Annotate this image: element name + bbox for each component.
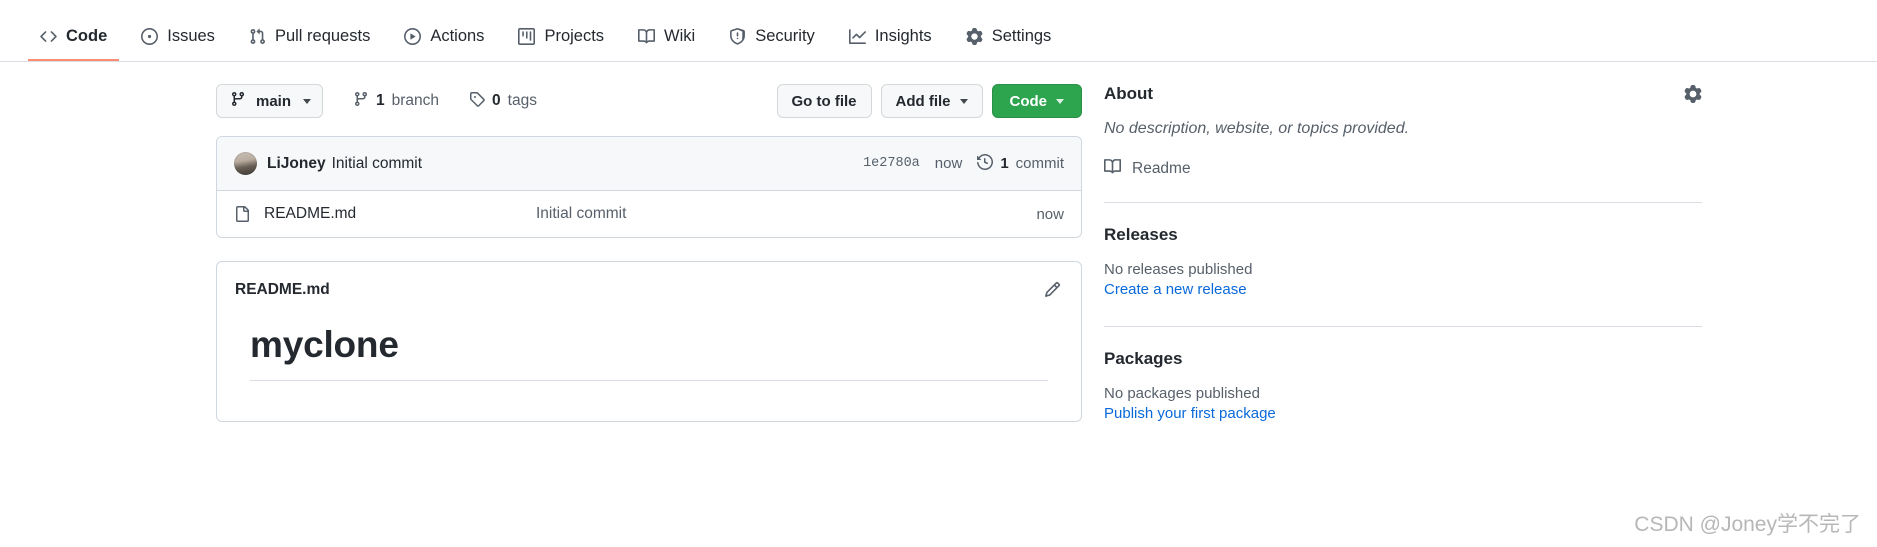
readme-link[interactable]: Readme [1104, 158, 1702, 180]
gear-icon[interactable] [1684, 85, 1702, 103]
tab-code-label: Code [66, 27, 108, 45]
tab-security[interactable]: Security [717, 17, 827, 61]
tab-settings[interactable]: Settings [954, 17, 1064, 61]
edit-pencil-icon[interactable] [1042, 279, 1063, 300]
repository-nav-list: Code Issues Pull requests Actions Projec [28, 17, 1063, 61]
commit-count-label: commit [1015, 155, 1064, 172]
add-file-label: Add file [895, 92, 951, 110]
publish-package-link[interactable]: Publish your first package [1104, 405, 1276, 422]
about-title: About [1104, 84, 1154, 103]
file-time: now [1036, 205, 1064, 223]
divider [1104, 326, 1702, 327]
avatar[interactable] [234, 152, 257, 175]
packages-title: Packages [1104, 349, 1183, 368]
readme-heading: myclone [250, 322, 1048, 382]
tab-issues-label: Issues [167, 27, 215, 45]
about-header: About [1104, 84, 1702, 104]
releases-empty-text: No releases published [1104, 261, 1253, 278]
commit-time: now [934, 155, 963, 172]
branch-selector-button[interactable]: main [216, 84, 324, 118]
git-pull-request-icon [249, 28, 266, 45]
tag-count-value: 0 [492, 92, 501, 109]
book-icon [1104, 158, 1122, 180]
commit-message[interactable]: Initial commit [332, 155, 422, 173]
tab-projects-label: Projects [544, 27, 605, 45]
repository-action-buttons: Go to file Add file Code [776, 84, 1082, 118]
tab-pull-requests[interactable]: Pull requests [237, 17, 382, 61]
tab-pull-requests-label: Pull requests [274, 27, 371, 45]
table-row[interactable]: README.md Initial commit now [217, 191, 1081, 237]
readme-box: README.md myclone [216, 261, 1082, 423]
packages-section: Packages No packages published Publish y… [1104, 349, 1702, 423]
commit-count-link[interactable]: 1 commit [977, 153, 1064, 174]
go-to-file-button[interactable]: Go to file [776, 84, 872, 118]
create-release-link[interactable]: Create a new release [1104, 281, 1247, 298]
page-body: main 1 branch 0 tags Go to file Add file… [0, 62, 1877, 423]
play-icon [404, 28, 422, 45]
code-icon [40, 28, 57, 45]
commit-sha[interactable]: 1e2780a [863, 156, 920, 171]
file-listing-box: LiJoney Initial commit 1e2780a now 1 com… [216, 136, 1082, 238]
latest-commit-row: LiJoney Initial commit 1e2780a now 1 com… [217, 137, 1081, 191]
tab-settings-label: Settings [991, 27, 1052, 45]
gear-icon [966, 28, 983, 45]
project-icon [518, 28, 536, 45]
readme-link-label: Readme [1132, 160, 1191, 177]
commit-meta: 1e2780a now 1 commit [863, 153, 1064, 174]
chevron-down-icon [303, 98, 312, 104]
tab-actions[interactable]: Actions [392, 17, 496, 61]
tag-count-link[interactable]: 0 tags [469, 91, 537, 112]
tag-icon [469, 91, 485, 112]
tab-wiki[interactable]: Wiki [626, 17, 707, 61]
code-button-label: Code [1009, 92, 1048, 110]
commit-author[interactable]: LiJoney [267, 155, 326, 173]
packages-header: Packages [1104, 349, 1702, 369]
tab-code[interactable]: Code [28, 17, 120, 61]
chevron-down-icon [1056, 98, 1064, 104]
commit-count-value: 1 [1000, 155, 1009, 172]
tag-count-label: tags [507, 92, 537, 109]
branch-count-label: branch [391, 92, 440, 109]
tab-security-label: Security [755, 27, 815, 45]
file-commit-message[interactable]: Initial commit [536, 205, 626, 223]
tab-insights[interactable]: Insights [837, 17, 944, 61]
tab-actions-label: Actions [430, 27, 485, 45]
git-branch-icon [230, 91, 246, 111]
tab-issues[interactable]: Issues [129, 17, 227, 61]
sidebar: About No description, website, or topics… [1082, 84, 1877, 423]
shield-icon [729, 28, 746, 45]
main-column: main 1 branch 0 tags Go to file Add file… [0, 84, 1082, 423]
releases-section: Releases No releases published Create a … [1104, 225, 1702, 327]
about-section: About No description, website, or topics… [1104, 84, 1702, 203]
branch-selector-label: main [256, 92, 292, 110]
code-download-button[interactable]: Code [991, 84, 1082, 118]
tab-projects[interactable]: Projects [506, 17, 616, 61]
readme-title: README.md [235, 280, 330, 298]
branch-toolbar: main 1 branch 0 tags Go to file Add file… [216, 84, 1082, 118]
releases-header: Releases [1104, 225, 1702, 245]
file-icon [234, 206, 250, 222]
book-icon [638, 28, 656, 45]
tab-wiki-label: Wiki [664, 27, 696, 45]
repository-nav: Code Issues Pull requests Actions Projec [0, 0, 1877, 62]
issue-icon [141, 28, 159, 45]
git-branch-icon [353, 91, 369, 112]
divider [1104, 202, 1702, 203]
add-file-button[interactable]: Add file [880, 84, 983, 118]
tab-insights-label: Insights [874, 27, 932, 45]
branch-count-link[interactable]: 1 branch [353, 91, 439, 112]
go-to-file-label: Go to file [791, 92, 857, 110]
branch-count-value: 1 [376, 92, 385, 109]
graph-icon [848, 28, 866, 45]
readme-header: README.md [217, 262, 1081, 310]
readme-body: myclone [217, 310, 1081, 421]
file-name[interactable]: README.md [264, 205, 536, 223]
history-icon [977, 153, 994, 174]
about-description: No description, website, or topics provi… [1104, 120, 1410, 137]
releases-title: Releases [1104, 225, 1178, 244]
watermark: CSDN @Joney学不完了 [1634, 513, 1861, 536]
chevron-down-icon [959, 98, 968, 104]
packages-empty-text: No packages published [1104, 385, 1260, 402]
